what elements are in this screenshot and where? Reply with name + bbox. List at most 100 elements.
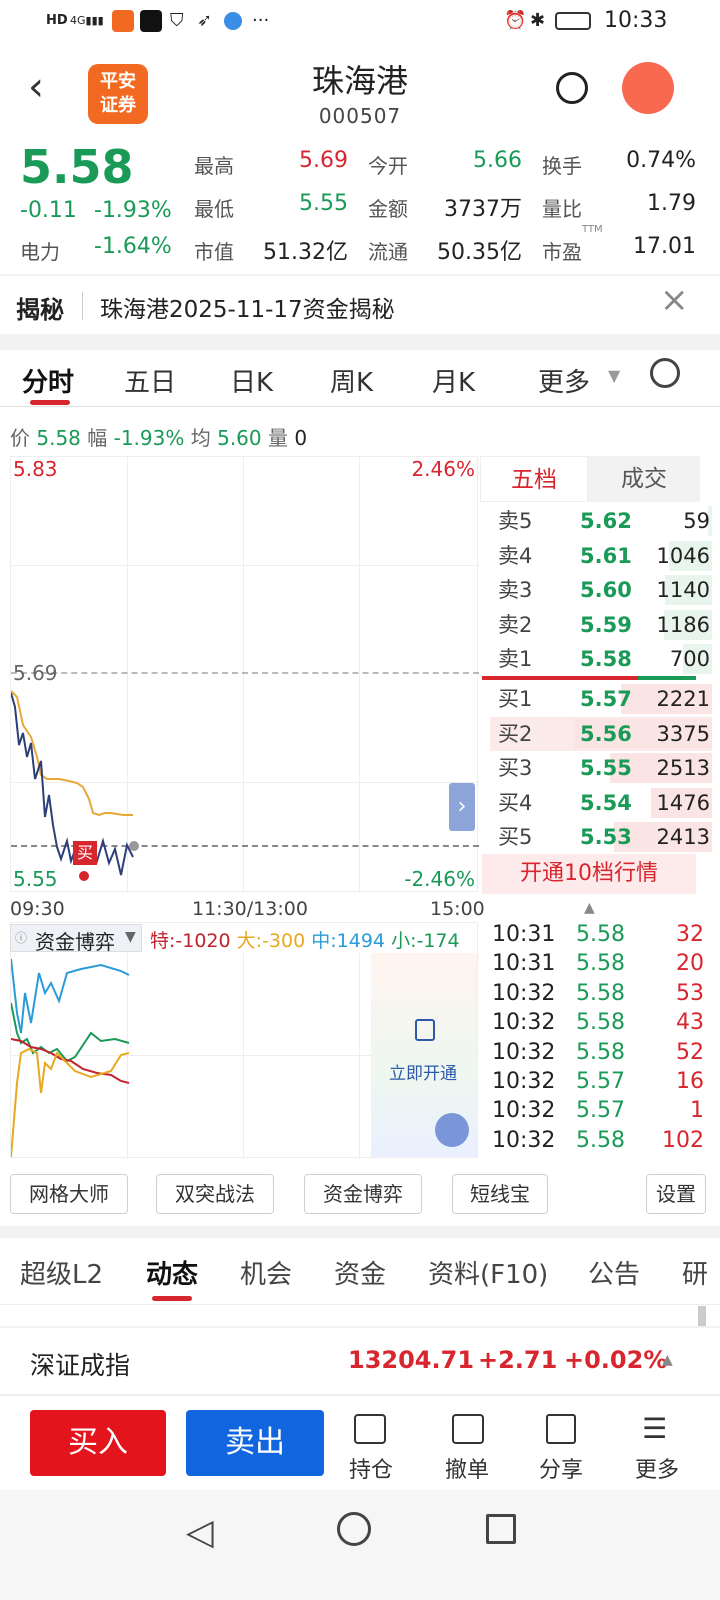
tick-time: 10:32 [492, 1039, 556, 1065]
time-mid: 11:30/13:00 [192, 898, 308, 920]
header: ‹ 平安 证券 珠海港 000507 [0, 44, 720, 140]
logo-line2: 证券 [100, 95, 136, 116]
buy-order-row[interactable]: 买3 5.55 2513 [490, 751, 712, 785]
reveal-banner[interactable]: 揭秘 珠海港2025-11-17资金揭秘 × [0, 276, 720, 334]
sell-order-row[interactable]: 卖5 5.62 59 [490, 504, 712, 538]
capital-game-button[interactable]: 资金博弈 [304, 1174, 422, 1214]
expand-panel-arrow-icon[interactable]: › [449, 783, 475, 831]
sell-button[interactable]: 卖出 [186, 1410, 324, 1476]
chevron-up-icon[interactable]: ▲ [584, 900, 595, 916]
low-value: 5.55 [299, 191, 348, 216]
tab-five-levels[interactable]: 五档 [480, 456, 588, 502]
sell-order-row[interactable]: 卖2 5.59 1186 [490, 608, 712, 642]
buy-signal-marker[interactable]: 买 [73, 841, 97, 865]
tick-time: 10:32 [492, 1069, 556, 1094]
grid-master-button[interactable]: 网格大师 [10, 1174, 128, 1214]
tab-five-day[interactable]: 五日 [124, 362, 176, 399]
divider [0, 406, 720, 407]
level-volume: 1140 [656, 578, 710, 602]
buy-order-row[interactable]: 买1 5.57 2221 [490, 682, 712, 716]
app-icon [140, 10, 162, 32]
position-icon[interactable] [354, 1414, 386, 1444]
info-icon[interactable]: ⓘ [15, 929, 27, 946]
tick-row: 10:32 5.58 43 [492, 1008, 712, 1038]
buy-button[interactable]: 买入 [30, 1410, 166, 1476]
tick-price: 5.58 [576, 1010, 625, 1036]
sell-order-row[interactable]: 卖3 5.60 1140 [490, 573, 712, 607]
level-label: 卖4 [498, 543, 533, 568]
index-bar[interactable]: 深证成指 13204.71 +2.71 +0.02% ▲ [0, 1328, 720, 1394]
tick-volume: 1 [690, 1098, 704, 1124]
intraday-chart[interactable]: 买 5.83 5.69 5.55 2.46% -2.46% › [10, 456, 479, 893]
level-label: 卖2 [498, 612, 533, 637]
tab-monthly-k[interactable]: 月K [432, 362, 475, 399]
tick-row: 10:32 5.58 52 [492, 1038, 712, 1068]
level-volume: 700 [669, 647, 710, 671]
high-label: 最高 [194, 154, 234, 178]
upgrade-ten-level-button[interactable]: 开通10档行情 [482, 854, 696, 894]
nav-home-icon[interactable] [337, 1512, 371, 1546]
nav-back-icon[interactable]: ◁ [186, 1512, 214, 1553]
capital-selector-label: 资金博弈 [35, 930, 115, 954]
price-line [11, 692, 134, 876]
tick-row: 10:32 5.58 53 [492, 979, 712, 1009]
more-dots-icon: ··· [252, 10, 270, 31]
expand-up-icon[interactable]: ▲ [662, 1352, 673, 1368]
more-button[interactable]: 更多 [622, 1452, 692, 1484]
unlock-now-link[interactable]: 立即开通 [389, 1059, 457, 1084]
index-value: 13204.71 [348, 1346, 475, 1374]
nav-recent-icon[interactable] [486, 1514, 516, 1544]
tab-weekly-k[interactable]: 周K [330, 362, 373, 399]
tab-daily-k[interactable]: 日K [230, 362, 273, 399]
menu-icon[interactable]: ☰ [642, 1414, 667, 1444]
tab-funds[interactable]: 资金 [334, 1254, 386, 1291]
divider [0, 1304, 720, 1305]
scrollbar[interactable] [698, 1306, 706, 1326]
tab-research[interactable]: 研 [682, 1254, 708, 1291]
fullscreen-icon[interactable] [435, 1113, 469, 1147]
tab-announcements[interactable]: 公告 [588, 1254, 640, 1291]
tab-trades[interactable]: 成交 [588, 456, 700, 502]
float-cap-label: 流通 [368, 240, 408, 264]
sell-order-row[interactable]: 卖1 5.58 700 [490, 642, 712, 676]
capital-selector[interactable]: ⓘ 资金博弈 ▼ [10, 924, 142, 954]
double-breakout-button[interactable]: 双突战法 [156, 1174, 274, 1214]
buy-order-row[interactable]: 买2 5.56 3375 [490, 716, 712, 751]
tab-f10[interactable]: 资料(F10) [428, 1254, 548, 1291]
sell-order-row[interactable]: 卖4 5.61 1046 [490, 539, 712, 573]
search-icon[interactable] [556, 72, 588, 104]
level-label: 买5 [498, 825, 533, 849]
tab-more[interactable]: 更多 [538, 362, 590, 399]
assistant-avatar-icon[interactable] [622, 62, 674, 114]
tab-intraday[interactable]: 分时 [22, 362, 74, 399]
close-icon[interactable]: × [660, 280, 689, 320]
cancel-order-icon[interactable] [452, 1414, 484, 1444]
share-icon[interactable] [546, 1414, 576, 1444]
settings-gear-icon[interactable] [650, 358, 680, 388]
send-icon: ➶ [197, 10, 213, 31]
tab-opportunity[interactable]: 机会 [240, 1254, 292, 1291]
buy-order-row[interactable]: 买5 5.53 2413 [490, 820, 712, 854]
level-volume: 2221 [656, 687, 710, 711]
active-tab-indicator [152, 1296, 192, 1301]
cancel-order-button[interactable]: 撤单 [432, 1452, 502, 1484]
info-line: 价 5.58 幅 -1.93% 均 5.60 量 0 [10, 422, 307, 451]
level-price: 5.53 [580, 825, 632, 849]
tools-settings-button[interactable]: 设置 [646, 1174, 706, 1214]
level-label: 卖5 [498, 509, 533, 533]
medium-flow-label: 中:1494 [311, 930, 386, 952]
position-button[interactable]: 持仓 [336, 1452, 406, 1484]
share-button[interactable]: 分享 [526, 1452, 596, 1484]
back-icon[interactable]: ‹ [28, 64, 44, 110]
tab-super-l2[interactable]: 超级L2 [20, 1254, 103, 1291]
volume-ratio-label: 量比 [542, 197, 582, 221]
high-value: 5.69 [299, 148, 348, 173]
tick-price: 5.57 [576, 1098, 625, 1124]
tick-volume: 20 [676, 951, 704, 977]
buy-order-row[interactable]: 买4 5.54 1476 [490, 786, 712, 820]
logo-line1: 平安 [100, 71, 136, 92]
short-line-button[interactable]: 短线宝 [452, 1174, 548, 1214]
divider [0, 1394, 720, 1396]
tick-time: 10:32 [492, 980, 556, 1006]
tab-news[interactable]: 动态 [146, 1254, 198, 1291]
